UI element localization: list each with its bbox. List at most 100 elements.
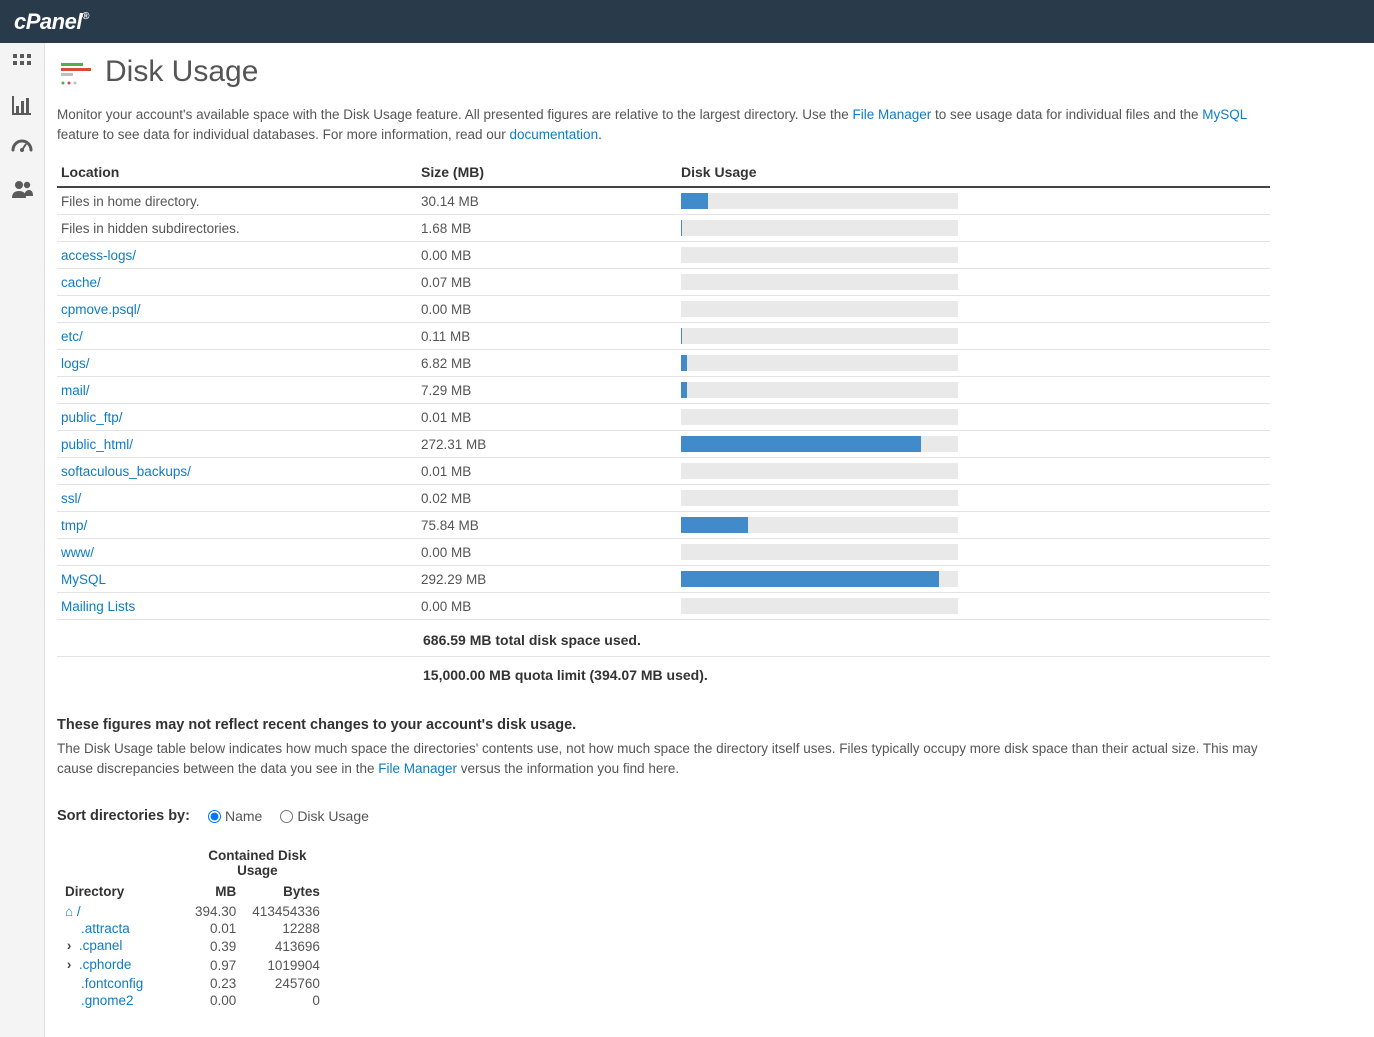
cell-bar — [677, 215, 1270, 242]
file-manager-link[interactable]: File Manager — [852, 107, 931, 122]
sort-disk-usage-option[interactable]: Disk Usage — [280, 808, 369, 824]
summary-quota: 15,000.00 MB quota limit (394.07 MB used… — [57, 657, 1270, 691]
cell-size: 0.01 MB — [417, 458, 677, 485]
cell-bar — [677, 269, 1270, 296]
cell-location: tmp/ — [57, 512, 417, 539]
mysql-link[interactable]: MySQL — [1202, 107, 1247, 122]
bar-fill — [681, 436, 921, 452]
dir-link[interactable]: / — [77, 904, 81, 919]
cell-location: cpmove.psql/ — [57, 296, 417, 323]
users-icon[interactable] — [10, 177, 34, 201]
note-heading: These figures may not reflect recent cha… — [57, 717, 1270, 733]
cell-bar — [677, 593, 1270, 620]
table-row: public_html/272.31 MB — [57, 431, 1270, 458]
intro-text: Monitor your account's available space w… — [57, 105, 1270, 144]
table-row: access-logs/0.00 MB — [57, 242, 1270, 269]
dir-link[interactable]: .fontconfig — [81, 976, 143, 991]
caret-icon[interactable]: › — [65, 940, 73, 955]
cell-bar — [677, 296, 1270, 323]
dir-link[interactable]: .cphorde — [79, 957, 132, 972]
cell-bar — [677, 431, 1270, 458]
cell-size: 7.29 MB — [417, 377, 677, 404]
table-row: MySQL292.29 MB — [57, 566, 1270, 593]
bar-track — [681, 598, 958, 614]
cell-bar — [677, 350, 1270, 377]
table-row: softaculous_backups/0.01 MB — [57, 458, 1270, 485]
table-row: www/0.00 MB — [57, 539, 1270, 566]
dir-cell: .fontconfig — [57, 975, 187, 992]
sort-label: Sort directories by: — [57, 808, 190, 824]
table-row: logs/6.82 MB — [57, 350, 1270, 377]
col-mb: MB — [187, 882, 244, 903]
cell-bar — [677, 242, 1270, 269]
table-row: cpmove.psql/0.00 MB — [57, 296, 1270, 323]
location-link[interactable]: www/ — [61, 545, 94, 560]
file-manager-link-2[interactable]: File Manager — [378, 761, 457, 776]
location-link[interactable]: softaculous_backups/ — [61, 464, 191, 479]
cell-location: etc/ — [57, 323, 417, 350]
dir-cell: › .cphorde — [57, 956, 187, 975]
apps-grid-icon[interactable] — [10, 51, 34, 75]
cell-location: logs/ — [57, 350, 417, 377]
bar-fill — [681, 355, 687, 371]
cell-location: public_html/ — [57, 431, 417, 458]
cell-bar — [677, 187, 1270, 215]
dir-cell: .gnome2 — [57, 992, 187, 1009]
caret-icon[interactable]: › — [65, 959, 73, 974]
sort-name-option[interactable]: Name — [208, 808, 262, 824]
bar-fill — [681, 382, 687, 398]
cell-location: mail/ — [57, 377, 417, 404]
bar-track — [681, 274, 958, 290]
cell-location: softaculous_backups/ — [57, 458, 417, 485]
cell-bar — [677, 458, 1270, 485]
note-text: The Disk Usage table below indicates how… — [57, 739, 1270, 778]
cell-location: access-logs/ — [57, 242, 417, 269]
location-link[interactable]: mail/ — [61, 383, 90, 398]
disk-usage-icon — [57, 53, 95, 91]
location-link[interactable]: Mailing Lists — [61, 599, 135, 614]
location-link[interactable]: logs/ — [61, 356, 90, 371]
dir-link[interactable]: .cpanel — [79, 938, 123, 953]
bar-track — [681, 571, 958, 587]
location-link[interactable]: public_ftp/ — [61, 410, 123, 425]
table-row: cache/0.07 MB — [57, 269, 1270, 296]
cell-size: 0.00 MB — [417, 593, 677, 620]
dir-link[interactable]: .attracta — [81, 921, 130, 936]
col-location: Location — [57, 158, 417, 187]
cell-bar — [677, 512, 1270, 539]
dir-mb: 0.39 — [187, 937, 244, 956]
cell-size: 1.68 MB — [417, 215, 677, 242]
dir-link[interactable]: .gnome2 — [81, 993, 134, 1008]
dir-bytes: 413454336 — [244, 903, 328, 920]
cell-bar — [677, 377, 1270, 404]
cell-size: 272.31 MB — [417, 431, 677, 458]
location-link[interactable]: access-logs/ — [61, 248, 136, 263]
bar-track — [681, 544, 958, 560]
bar-track — [681, 490, 958, 506]
dir-row: .fontconfig0.23245760 — [57, 975, 328, 992]
bar-track — [681, 409, 958, 425]
dashboard-gauge-icon[interactable] — [10, 135, 34, 159]
topbar: cPanel® — [0, 0, 1374, 43]
directory-table: Directory Contained Disk Usage MB Bytes … — [57, 846, 328, 1009]
col-disk-usage: Disk Usage — [677, 158, 1270, 187]
documentation-link[interactable]: documentation — [510, 127, 599, 142]
location-link[interactable]: cache/ — [61, 275, 101, 290]
location-link[interactable]: tmp/ — [61, 518, 87, 533]
bar-fill — [681, 193, 708, 209]
cell-location: Files in home directory. — [57, 187, 417, 215]
cpanel-logo[interactable]: cPanel® — [14, 9, 89, 35]
bar-chart-icon[interactable] — [10, 93, 34, 117]
location-link[interactable]: etc/ — [61, 329, 83, 344]
location-link[interactable]: public_html/ — [61, 437, 133, 452]
sort-name-radio[interactable] — [208, 810, 221, 823]
location-link[interactable]: cpmove.psql/ — [61, 302, 141, 317]
location-link[interactable]: ssl/ — [61, 491, 81, 506]
location-link[interactable]: MySQL — [61, 572, 106, 587]
sort-disk-usage-radio[interactable] — [280, 810, 293, 823]
cell-location: cache/ — [57, 269, 417, 296]
cell-size: 0.01 MB — [417, 404, 677, 431]
col-size: Size (MB) — [417, 158, 677, 187]
dir-row: › .cpanel0.39413696 — [57, 937, 328, 956]
cell-location: www/ — [57, 539, 417, 566]
